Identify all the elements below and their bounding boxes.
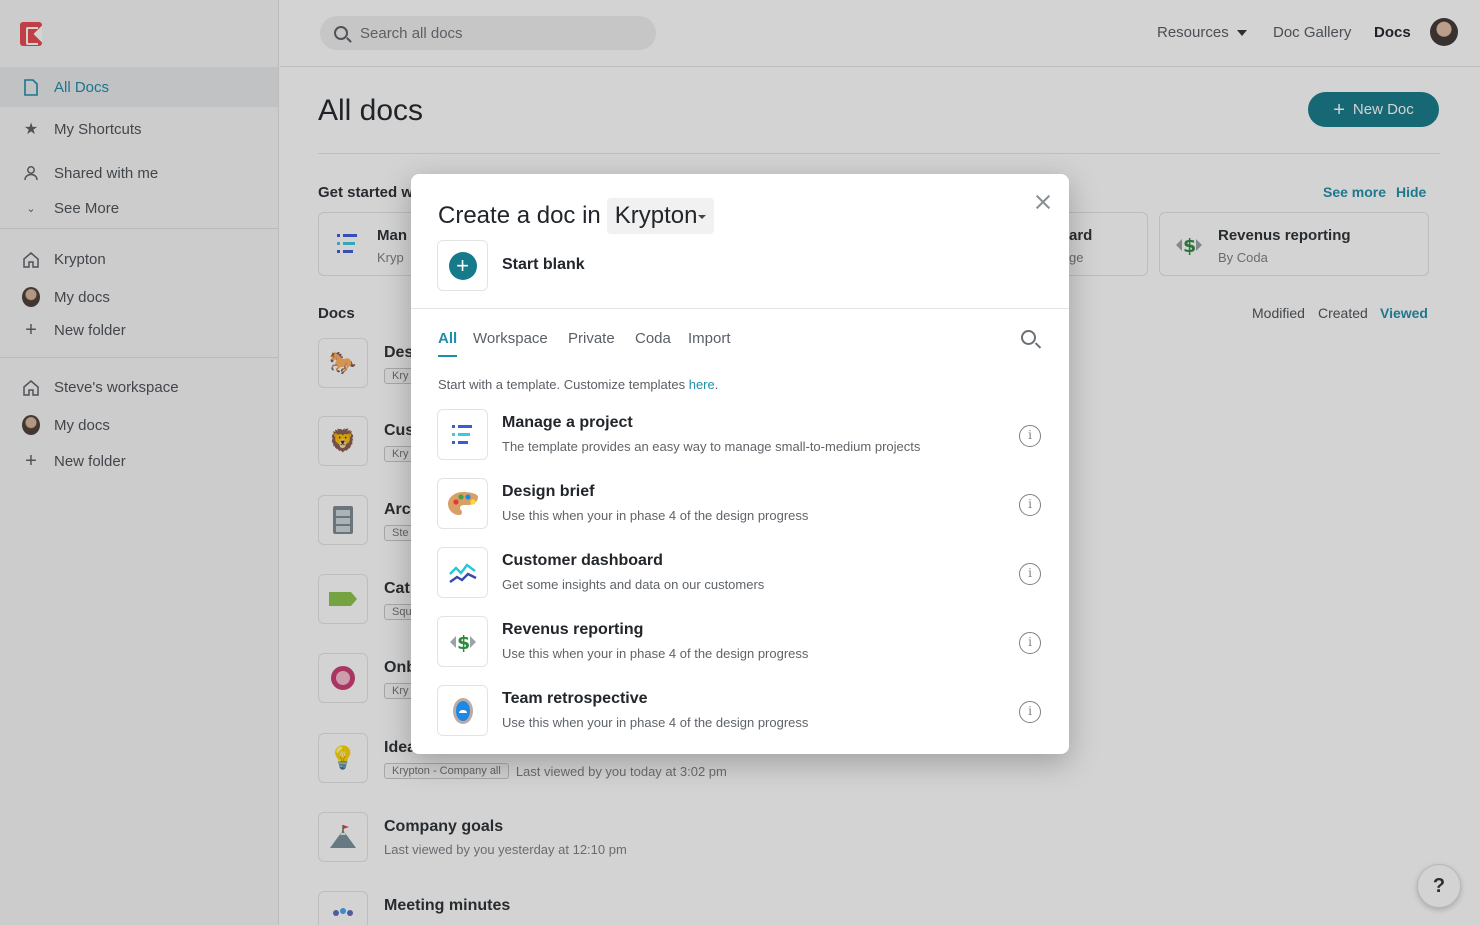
tab-workspace[interactable]: Workspace [473, 330, 548, 347]
project-icon [437, 409, 488, 460]
modal-title-text: Create a doc in [438, 202, 601, 229]
template-row-design-brief[interactable]: Design brief Use this when your in phase… [437, 478, 1047, 530]
hint-suffix: . [714, 377, 719, 392]
info-icon[interactable]: i [1019, 632, 1041, 654]
info-icon[interactable]: i [1019, 563, 1041, 585]
info-icon[interactable]: i [1019, 701, 1041, 723]
workspace-select[interactable]: Krypton [606, 198, 715, 234]
template-row-customer-dashboard[interactable]: Customer dashboard Get some insights and… [437, 547, 1047, 599]
create-doc-modal: Create a doc in Krypton + Start blank Al… [411, 174, 1069, 754]
info-icon[interactable]: i [1019, 425, 1041, 447]
template-row-team-retrospective[interactable]: Team retrospective Use this when your in… [437, 685, 1047, 737]
template-hint: Start with a template. Customize templat… [438, 377, 718, 392]
template-description: Use this when your in phase 4 of the des… [502, 646, 809, 661]
tab-private[interactable]: Private [568, 330, 615, 347]
customize-templates-link[interactable]: here [689, 377, 715, 392]
chart-line-icon [437, 547, 488, 598]
template-description: Use this when your in phase 4 of the des… [502, 715, 809, 730]
workspace-select-value: Krypton [614, 202, 698, 229]
palette-icon [437, 478, 488, 529]
tab-all[interactable]: All [438, 330, 458, 357]
template-row-revenus-reporting[interactable]: $ Revenus reporting Use this when your i… [437, 616, 1047, 668]
plus-circle-icon: + [448, 251, 477, 280]
tab-import[interactable]: Import [688, 330, 731, 347]
search-icon[interactable] [1021, 330, 1036, 345]
start-blank-tile[interactable]: + [437, 240, 488, 291]
template-description: The template provides an easy way to man… [502, 439, 921, 454]
caret-down-icon [698, 215, 707, 219]
info-icon[interactable]: i [1019, 494, 1041, 516]
template-description: Get some insights and data on our custom… [502, 577, 765, 592]
dollar-icon: $ [437, 616, 488, 667]
template-name: Team retrospective [502, 690, 648, 707]
hint-text: Start with a template. Customize templat… [438, 377, 689, 392]
template-name: Revenus reporting [502, 621, 644, 638]
close-icon[interactable] [1033, 192, 1053, 212]
tab-coda[interactable]: Coda [635, 330, 671, 347]
template-row-manage-project[interactable]: Manage a project The template provides a… [437, 409, 1047, 461]
template-description: Use this when your in phase 4 of the des… [502, 508, 809, 523]
modal-divider [411, 308, 1069, 309]
template-name: Customer dashboard [502, 552, 663, 569]
template-name: Design brief [502, 483, 595, 500]
start-blank-label[interactable]: Start blank [502, 256, 585, 274]
mirror-icon [437, 685, 488, 736]
template-name: Manage a project [502, 414, 633, 431]
modal-title: Create a doc in Krypton [438, 198, 715, 234]
svg-text:$: $ [457, 632, 470, 654]
